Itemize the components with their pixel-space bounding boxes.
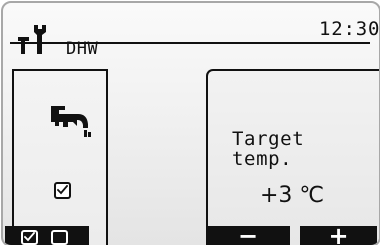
clock: 12:30 xyxy=(319,18,380,40)
target-temp-label: Target temp. xyxy=(232,128,305,170)
mode-checkbox[interactable] xyxy=(54,182,71,199)
wrench-screwdriver-icon xyxy=(16,21,48,55)
controller-screen: DHW 12:30 Target temp. +3 ℃ − + xyxy=(0,0,380,245)
target-temp-panel: Target temp. +3 ℃ xyxy=(206,69,379,245)
minus-icon: − xyxy=(237,222,259,245)
decrease-button[interactable]: − xyxy=(206,222,290,245)
mode-panel[interactable] xyxy=(12,69,108,245)
checkbox-checked-icon xyxy=(21,230,38,245)
checkmark-icon xyxy=(57,185,68,195)
top-bar: DHW 12:30 xyxy=(3,3,379,59)
faucet-icon xyxy=(44,96,100,138)
lcd-display: DHW 12:30 Target temp. +3 ℃ − + xyxy=(1,1,380,245)
soft-key-bar: − + xyxy=(5,222,379,245)
increase-button[interactable]: + xyxy=(300,222,377,245)
checkbox-empty-icon xyxy=(51,230,68,245)
checkbox-soft-key[interactable] xyxy=(5,226,89,245)
target-temp-value: +3 ℃ xyxy=(260,183,325,208)
plus-icon: + xyxy=(328,222,349,245)
header-divider xyxy=(10,42,370,44)
